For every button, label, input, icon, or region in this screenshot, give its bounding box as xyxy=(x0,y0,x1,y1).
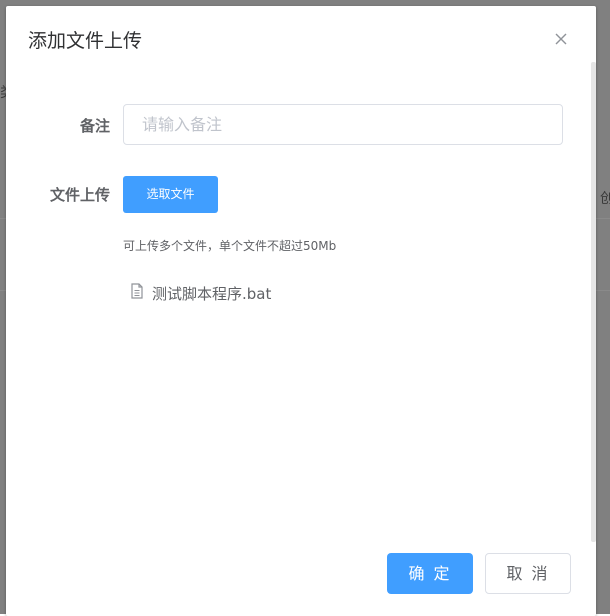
file-name: 测试脚本程序.bat xyxy=(152,284,272,303)
remark-label: 备注 xyxy=(79,117,110,135)
background-edge-text-right: 创 xyxy=(600,191,610,207)
dialog-scrollbar[interactable] xyxy=(591,62,596,542)
close-icon[interactable] xyxy=(553,31,569,47)
upload-label: 文件上传 xyxy=(49,186,110,204)
document-icon xyxy=(130,283,144,303)
upload-tip: 可上传多个文件，单个文件不超过50Mb xyxy=(123,239,337,253)
remark-input[interactable] xyxy=(123,104,563,145)
file-list-item[interactable]: 测试脚本程序.bat xyxy=(130,282,271,304)
upload-dialog: 添加文件上传 备注 文件上传 选取文件 可上传多个文件，单个文件不超过50Mb … xyxy=(6,6,596,616)
cancel-button[interactable]: 取 消 xyxy=(485,553,571,594)
confirm-button[interactable]: 确 定 xyxy=(387,553,473,594)
select-file-button[interactable]: 选取文件 xyxy=(123,176,218,213)
dialog-title: 添加文件上传 xyxy=(28,30,143,52)
